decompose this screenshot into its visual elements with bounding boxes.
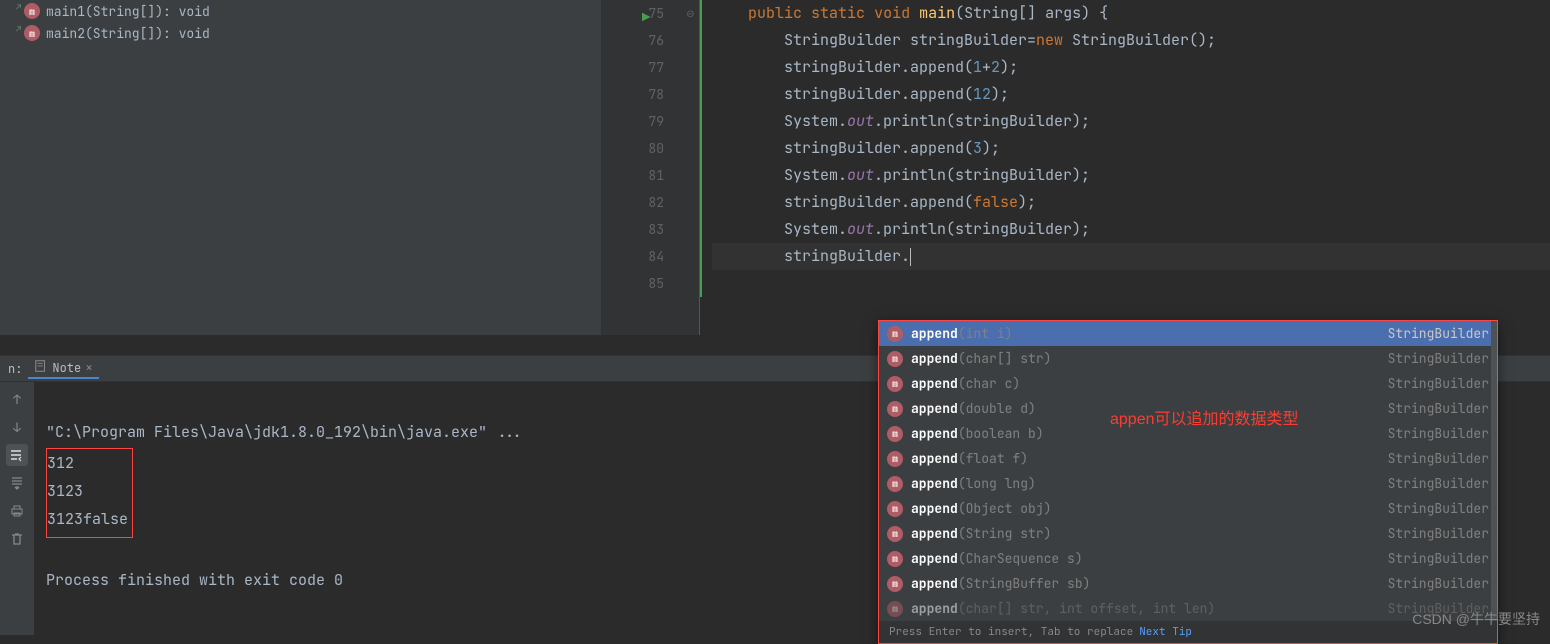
console-cmd: "C:\Program Files\Java\jdk1.8.0_192\bin\… — [46, 422, 523, 442]
line-gutter: 75▶76777879808182838485 — [602, 0, 682, 335]
code-line[interactable]: System.out.println(stringBuilder); — [712, 162, 1550, 189]
method-icon: m — [887, 376, 903, 392]
tab-note[interactable]: Note × — [28, 359, 99, 379]
method-icon: m — [887, 326, 903, 342]
code-editor[interactable]: 75▶76777879808182838485 ⊖ public static … — [602, 0, 1550, 335]
completion-return: StringBuilder — [1388, 350, 1489, 367]
code-line[interactable]: stringBuilder.append(1+2); — [712, 54, 1550, 81]
close-icon[interactable]: × — [85, 359, 93, 376]
autocomplete-item[interactable]: m append(StringBuffer sb) StringBuilder — [879, 571, 1497, 596]
method-icon: m — [887, 351, 903, 367]
down-icon[interactable]: ↓ — [6, 416, 28, 438]
method-icon: m — [887, 451, 903, 467]
completion-name: append(double d) — [911, 400, 1036, 417]
completion-return: StringBuilder — [1388, 450, 1489, 467]
method-icon: m — [887, 526, 903, 542]
structure-item-label: main2(String[]): void — [46, 25, 210, 42]
completion-name: append(int i) — [911, 325, 1012, 342]
code-line[interactable]: stringBuilder.append(false); — [712, 189, 1550, 216]
popup-hint: Press Enter to insert, Tab to replace — [889, 625, 1133, 639]
structure-item-label: main1(String[]): void — [46, 3, 210, 20]
autocomplete-item[interactable]: m append(char[] str) StringBuilder — [879, 346, 1497, 371]
completion-name: append(char c) — [911, 375, 1020, 392]
method-icon: m — [887, 401, 903, 417]
completion-name: append(long lng) — [911, 475, 1036, 492]
completion-name: append(CharSequence s) — [911, 550, 1083, 567]
autocomplete-item[interactable]: m append(long lng) StringBuilder — [879, 471, 1497, 496]
method-icon: m — [887, 601, 903, 617]
method-icon: m — [24, 25, 40, 41]
code-line[interactable] — [712, 270, 1550, 297]
structure-panel: m main1(String[]): void m main2(String[]): … — [0, 0, 602, 335]
autocomplete-item[interactable]: m append(int i) StringBuilder — [879, 321, 1497, 346]
print-icon[interactable] — [6, 500, 28, 522]
structure-item[interactable]: m main2(String[]): void — [0, 22, 601, 44]
completion-return: StringBuilder — [1388, 475, 1489, 492]
autocomplete-item[interactable]: m append(char c) StringBuilder — [879, 371, 1497, 396]
scroll-icon[interactable] — [6, 472, 28, 494]
autocomplete-popup[interactable]: m append(int i) StringBuilder m append(char[… — [878, 320, 1498, 644]
completion-name: append(boolean b) — [911, 425, 1044, 442]
autocomplete-item[interactable]: m append(float f) StringBuilder — [879, 446, 1497, 471]
method-icon: m — [887, 476, 903, 492]
method-icon: m — [887, 501, 903, 517]
completion-return: StringBuilder — [1388, 500, 1489, 517]
autocomplete-item[interactable]: m append(CharSequence s) StringBuilder — [879, 546, 1497, 571]
tab-label: Note — [52, 360, 81, 376]
code-line[interactable]: stringBuilder. — [712, 243, 1550, 270]
code-area[interactable]: public static void main(String[] args) {… — [700, 0, 1550, 335]
completion-name: append(float f) — [911, 450, 1028, 467]
code-line[interactable]: System.out.println(stringBuilder); — [712, 216, 1550, 243]
autocomplete-item[interactable]: m append(char[] str, int offset, int len)… — [879, 596, 1497, 621]
output-highlight: 312 3123 3123false — [46, 448, 133, 538]
popup-footer: Press Enter to insert, Tab to replace Ne… — [879, 621, 1497, 643]
completion-return: StringBuilder — [1388, 425, 1489, 442]
exit-line: Process finished with exit code 0 — [46, 570, 343, 590]
completion-name: append(char[] str, int offset, int len) — [911, 600, 1215, 617]
console-toolbar: ↑ ↓ — [0, 382, 34, 635]
note-icon — [34, 359, 48, 377]
annotation-text: appen可以追加的数据类型 — [1110, 405, 1299, 429]
method-icon: m — [887, 576, 903, 592]
completion-return: StringBuilder — [1388, 575, 1489, 592]
code-line[interactable]: StringBuilder stringBuilder=new StringBu… — [712, 27, 1550, 54]
watermark: CSDN @牛牛要坚持 — [1412, 609, 1540, 629]
completion-name: append(StringBuffer sb) — [911, 575, 1090, 592]
code-line[interactable]: System.out.println(stringBuilder); — [712, 108, 1550, 135]
code-line[interactable]: stringBuilder.append(3); — [712, 135, 1550, 162]
method-icon: m — [887, 551, 903, 567]
popup-scrollbar[interactable] — [1491, 321, 1497, 621]
method-icon: m — [887, 426, 903, 442]
method-icon: m — [24, 3, 40, 19]
completion-name: append(String str) — [911, 525, 1051, 542]
completion-return: StringBuilder — [1388, 400, 1489, 417]
completion-name: append(char[] str) — [911, 350, 1051, 367]
wrap-icon[interactable] — [6, 444, 28, 466]
autocomplete-item[interactable]: m append(Object obj) StringBuilder — [879, 496, 1497, 521]
autocomplete-item[interactable]: m append(String str) StringBuilder — [879, 521, 1497, 546]
structure-item[interactable]: m main1(String[]): void — [0, 0, 601, 22]
completion-return: StringBuilder — [1388, 375, 1489, 392]
completion-return: StringBuilder — [1388, 525, 1489, 542]
run-label: n: — [8, 361, 22, 377]
trash-icon[interactable] — [6, 528, 28, 550]
completion-return: StringBuilder — [1388, 550, 1489, 567]
up-icon[interactable]: ↑ — [6, 388, 28, 410]
next-tip-link[interactable]: Next Tip — [1139, 625, 1192, 639]
fold-gutter: ⊖ — [682, 0, 700, 335]
code-line[interactable]: stringBuilder.append(12); — [712, 81, 1550, 108]
code-line[interactable]: public static void main(String[] args) { — [712, 0, 1550, 27]
completion-return: StringBuilder — [1388, 325, 1489, 342]
completion-name: append(Object obj) — [911, 500, 1051, 517]
